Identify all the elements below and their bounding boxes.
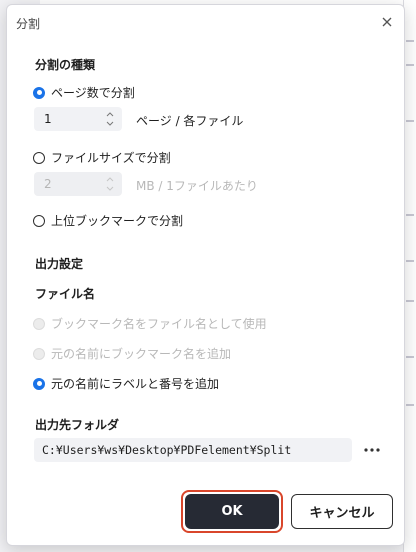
radio-label: ページ数で分割 [51,86,135,100]
cancel-button[interactable]: キャンセル [291,494,393,529]
radio-label: 上位ブックマークで分割 [51,214,184,228]
radio-use-bookmark-name[interactable]: ブックマーク名をファイル名として使用 [33,315,267,332]
radio-label: ファイルサイズで分割 [51,151,171,165]
radio-label: ブックマーク名をファイル名として使用 [51,317,267,331]
chevron-up-icon[interactable] [106,176,114,182]
output-folder-heading: 出力先フォルダ [35,418,120,432]
radio-append-bookmark-name[interactable]: 元の名前にブックマーク名を追加 [33,345,231,362]
output-settings-heading: 出力設定 [35,257,84,271]
radio-indicator [33,151,45,164]
chevron-down-icon[interactable] [106,121,114,127]
size-unit-label: MB / 1ファイルあたり [136,179,258,193]
pages-stepper[interactable]: 1 [34,107,122,131]
size-stepper-value: 2 [44,177,52,191]
ok-button[interactable]: OK [185,494,279,529]
radio-split-by-size[interactable]: ファイルサイズで分割 [33,149,171,166]
close-button[interactable] [378,13,396,31]
radio-label: 元の名前にラベルと番号を追加 [51,377,220,391]
chevron-down-icon[interactable] [106,186,114,192]
file-name-heading: ファイル名 [35,287,96,301]
dialog-title: 分割 [16,17,41,31]
radio-indicator [33,86,45,99]
radio-append-label-number[interactable]: 元の名前にラベルと番号を追加 [33,375,219,392]
pages-unit-label: ページ / 各ファイル [136,114,244,128]
browse-folder-button[interactable] [363,442,381,458]
radio-indicator [33,347,45,360]
split-type-heading: 分割の種類 [35,58,96,72]
output-folder-path[interactable]: C:¥Users¥ws¥Desktop¥PDFelement¥Split [34,438,352,462]
pages-stepper-value: 1 [44,112,52,126]
radio-label: 元の名前にブックマーク名を追加 [51,347,232,361]
chevron-up-icon[interactable] [106,111,114,117]
radio-split-by-bookmark[interactable]: 上位ブックマークで分割 [33,212,183,229]
size-stepper[interactable]: 2 [34,172,122,196]
more-icon [364,448,380,452]
radio-indicator [33,317,45,330]
radio-indicator [33,214,45,227]
split-dialog: 分割 分割の種類 ページ数で分割 1 ページ / 各ファイル ファイルサイズで分… [6,4,405,546]
radio-indicator [33,377,45,390]
radio-split-by-pages[interactable]: ページ数で分割 [33,84,135,101]
close-icon [382,17,392,27]
